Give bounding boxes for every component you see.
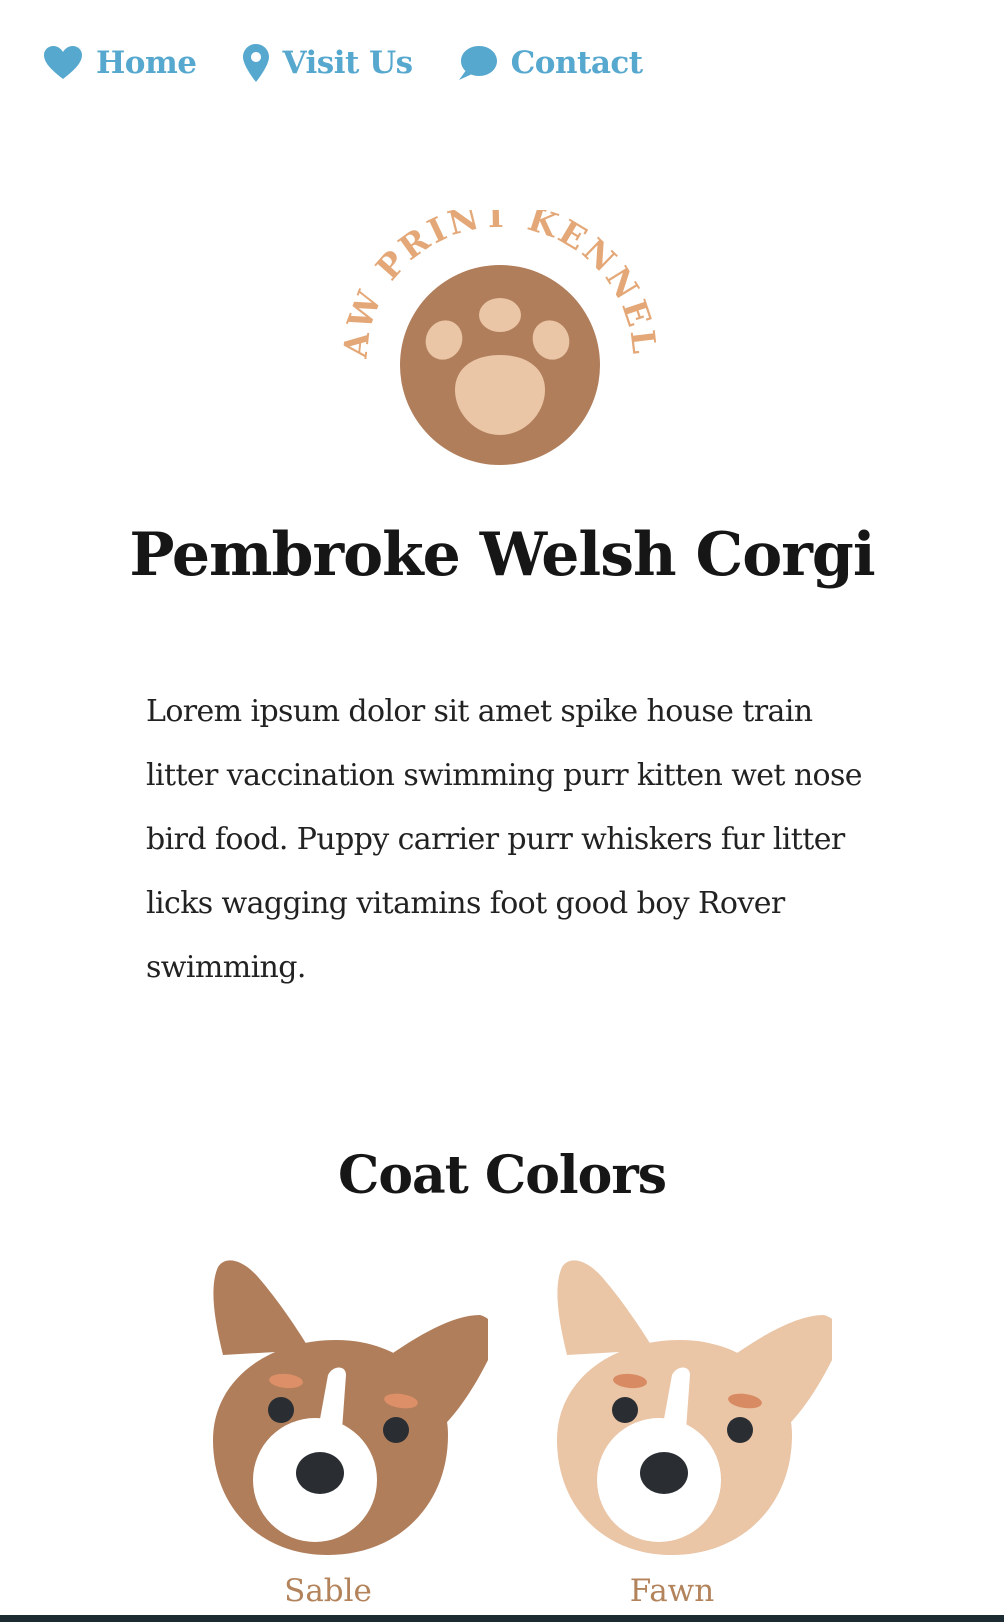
nav-contact-label: Contact <box>510 44 644 81</box>
paw-icon <box>400 265 600 465</box>
nav-home-link[interactable]: Home <box>44 46 197 80</box>
bottom-bar <box>0 1615 1004 1622</box>
main-nav: Home Visit Us Contact <box>44 44 689 82</box>
coat-card-sable[interactable]: Sable <box>168 1255 488 1609</box>
page-title: Pembroke Welsh Corgi <box>129 520 875 590</box>
coat-card-fawn[interactable]: Fawn <box>512 1255 832 1609</box>
chat-bubble-icon <box>458 46 511 80</box>
nav-visit-link[interactable]: Visit Us <box>242 44 414 82</box>
heart-icon <box>44 46 96 80</box>
corgi-face-icon <box>512 1255 832 1555</box>
nav-visit-label: Visit Us <box>282 44 414 81</box>
coat-colors-heading: Coat Colors <box>337 1145 667 1206</box>
coat-label-fawn: Fawn <box>629 1573 715 1609</box>
nav-home-label: Home <box>96 44 197 81</box>
kennel-logo[interactable]: PAW PRINT KENNELS <box>327 179 661 480</box>
intro-paragraph: Lorem ipsum dolor sit amet spike house t… <box>146 694 863 985</box>
coat-label-sable: Sable <box>284 1573 372 1609</box>
corgi-face-icon <box>168 1255 488 1555</box>
nav-contact-link[interactable]: Contact <box>458 44 644 81</box>
map-pin-icon <box>242 44 283 82</box>
